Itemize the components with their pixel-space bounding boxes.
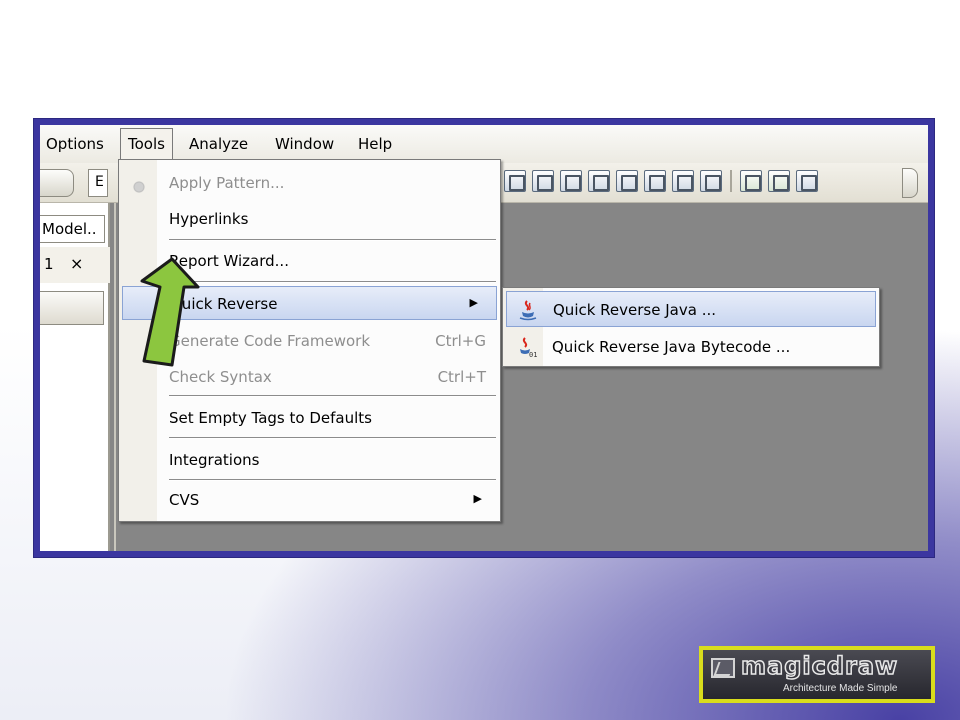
menu-window[interactable]: Window bbox=[275, 135, 334, 153]
svg-text:01: 01 bbox=[529, 351, 537, 358]
menu-item-label: Hyperlinks bbox=[169, 210, 249, 228]
diagram-tool-icon[interactable] bbox=[588, 170, 610, 192]
panel-header-label: 1 bbox=[44, 255, 54, 273]
submenu-arrow-icon: ▶ bbox=[473, 492, 482, 505]
menu-item-label: Check Syntax bbox=[169, 368, 272, 386]
menu-bar: Options Tools Analyze Window Help bbox=[40, 125, 928, 163]
menu-item-hyperlinks[interactable]: Hyperlinks bbox=[157, 202, 500, 236]
toolbar-icon-group bbox=[504, 170, 818, 196]
menu-help[interactable]: Help bbox=[358, 135, 392, 153]
diagram-tool-icon[interactable] bbox=[616, 170, 638, 192]
magicdraw-mark-icon bbox=[711, 658, 735, 678]
menu-tools-label: Tools bbox=[128, 135, 165, 153]
magicdraw-logo: magicdraw Architecture Made Simple bbox=[699, 646, 935, 703]
panel-toolbar bbox=[40, 291, 104, 325]
menu-separator bbox=[169, 395, 496, 397]
menu-item-label: Quick Reverse Java ... bbox=[553, 301, 717, 319]
quick-reverse-submenu: Quick Reverse Java ... 01 Quick Reverse … bbox=[502, 287, 880, 367]
menu-item-quick-reverse-java-bytecode[interactable]: 01 Quick Reverse Java Bytecode ... bbox=[506, 329, 876, 365]
menu-item-label: Integrations bbox=[169, 451, 260, 469]
diagram-tool-icon[interactable] bbox=[672, 170, 694, 192]
browser-panel: Model.. 1 × bbox=[40, 203, 110, 551]
toolbar-field[interactable]: E bbox=[88, 169, 108, 197]
toolbar-separator bbox=[730, 170, 732, 192]
menu-separator bbox=[169, 479, 496, 481]
java-cup-icon bbox=[519, 300, 537, 321]
diagram-tool-icon[interactable] bbox=[560, 170, 582, 192]
forward-icon[interactable] bbox=[768, 170, 790, 192]
toolbar-dropdown-button[interactable] bbox=[40, 169, 74, 197]
logo-plate: magicdraw Architecture Made Simple bbox=[703, 650, 931, 699]
menu-item-label: Set Empty Tags to Defaults bbox=[169, 409, 372, 427]
diagram-tool-icon[interactable] bbox=[504, 170, 526, 192]
menu-item-set-empty-tags[interactable]: Set Empty Tags to Defaults bbox=[157, 401, 500, 435]
shortcut-label: Ctrl+T bbox=[437, 368, 486, 386]
menu-item-quick-reverse-java[interactable]: Quick Reverse Java ... bbox=[506, 291, 876, 327]
shortcut-label: Ctrl+G bbox=[435, 332, 486, 350]
menu-separator bbox=[169, 281, 496, 283]
tab-model[interactable]: Model.. bbox=[40, 215, 105, 243]
notes-icon[interactable] bbox=[796, 170, 818, 192]
menu-item-report-wizard[interactable]: Report Wizard... bbox=[157, 244, 500, 278]
menu-item-apply-pattern[interactable]: Apply Pattern... bbox=[131, 166, 500, 200]
diagram-tool-icon[interactable] bbox=[700, 170, 722, 192]
menu-item-check-syntax[interactable]: Check Syntax Ctrl+T bbox=[157, 360, 500, 394]
menu-item-label: Apply Pattern... bbox=[169, 174, 285, 192]
diagram-tool-icon[interactable] bbox=[532, 170, 554, 192]
logo-tagline: Architecture Made Simple bbox=[783, 683, 898, 694]
menu-separator bbox=[169, 239, 496, 241]
panel-header: 1 × bbox=[40, 247, 110, 283]
close-icon[interactable]: × bbox=[70, 254, 83, 273]
toolbar-end-handle[interactable] bbox=[902, 168, 918, 198]
menu-analyze[interactable]: Analyze bbox=[189, 135, 248, 153]
menu-options[interactable]: Options bbox=[46, 135, 104, 153]
menu-tools[interactable]: Tools bbox=[120, 128, 173, 160]
diagram-tool-icon[interactable] bbox=[644, 170, 666, 192]
logo-wordmark: magicdraw bbox=[740, 651, 899, 681]
menu-item-generate-code-framework[interactable]: Generate Code Framework Ctrl+G bbox=[157, 324, 500, 358]
menu-item-label: CVS bbox=[169, 491, 200, 509]
menu-item-integrations[interactable]: Integrations bbox=[157, 443, 500, 477]
submenu-arrow-icon: ▶ bbox=[469, 296, 478, 309]
menu-item-cvs[interactable]: CVS ▶ bbox=[157, 483, 500, 517]
menu-item-label: Quick Reverse Java Bytecode ... bbox=[552, 338, 791, 356]
java-bytecode-icon: 01 bbox=[520, 337, 537, 358]
menu-separator bbox=[169, 437, 496, 439]
pointer-arrow-icon bbox=[140, 257, 200, 367]
screenshot-frame: Options Tools Analyze Window Help E Mode… bbox=[33, 118, 935, 558]
back-icon[interactable] bbox=[740, 170, 762, 192]
apply-pattern-icon bbox=[131, 178, 149, 196]
splitter[interactable] bbox=[114, 203, 116, 551]
